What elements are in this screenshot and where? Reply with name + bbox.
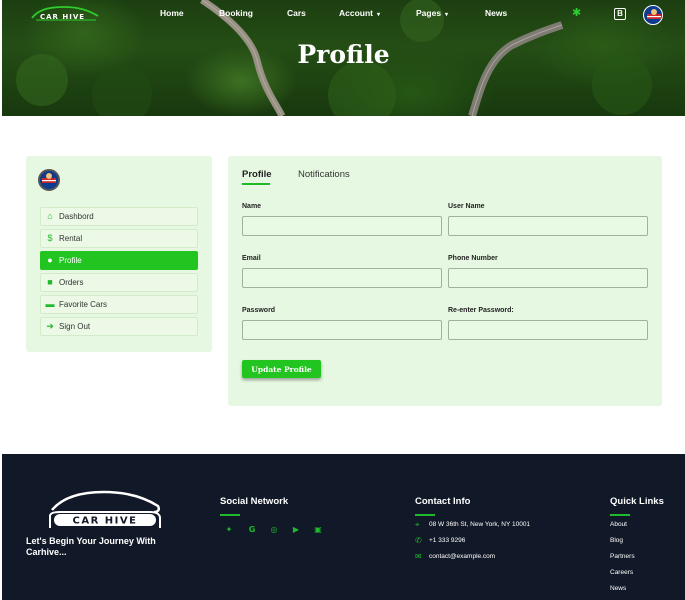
instagram-icon[interactable]: ◎ xyxy=(269,525,279,535)
top-navbar: CAR HIVE Home Booking Cars Account ▾ Page… xyxy=(2,0,685,30)
email-label: Email xyxy=(242,255,261,262)
nav-pages[interactable]: Pages ▾ xyxy=(416,8,448,18)
tab-notifications[interactable]: Notifications xyxy=(298,169,350,180)
sidebar-item-rental[interactable]: $ Rental xyxy=(40,229,198,248)
brand-name: CAR HIVE xyxy=(40,13,86,21)
sidebar-item-sign-out[interactable]: ➜ Sign Out xyxy=(40,317,198,336)
phone-label: Phone Number xyxy=(448,255,498,262)
contact-heading-underline xyxy=(415,514,435,516)
gift-icon: ■ xyxy=(47,277,53,287)
dollar-icon: $ xyxy=(47,233,53,243)
quick-link-careers[interactable]: Careers xyxy=(610,569,633,576)
nav-account[interactable]: Account ▾ xyxy=(339,8,380,18)
nav-account-label: Account xyxy=(339,8,373,18)
phone-field[interactable] xyxy=(448,268,648,288)
sidebar-avatar xyxy=(38,169,60,191)
nav-home-label: Home xyxy=(160,8,184,18)
theme-toggle-label: B xyxy=(617,9,623,18)
sidebar-item-orders[interactable]: ■ Orders xyxy=(40,273,198,292)
car-icon: ▬ xyxy=(45,299,55,309)
hero-banner: CAR HIVE Home Booking Cars Account ▾ Page… xyxy=(2,0,685,116)
footer-logo[interactable]: CAR HIVE xyxy=(46,488,164,530)
email-field[interactable] xyxy=(242,268,442,288)
sidebar-item-dashboard[interactable]: ⌂ Dashbord xyxy=(40,207,198,226)
quick-link-partners[interactable]: Partners xyxy=(610,553,635,560)
active-tab-indicator xyxy=(242,183,270,185)
car-logo-icon: CAR HIVE xyxy=(49,490,161,528)
brand-logo[interactable]: CAR HIVE xyxy=(28,4,102,26)
chevron-down-icon: ▾ xyxy=(377,12,381,18)
profile-form-panel: Profile Notifications Name User Name Ema… xyxy=(228,156,662,406)
nav-home[interactable]: Home xyxy=(160,8,184,18)
location-pin-icon: ⌖ xyxy=(415,520,420,529)
gear-icon[interactable]: ✱ xyxy=(572,7,584,19)
home-icon: ⌂ xyxy=(47,211,53,221)
theme-toggle-button[interactable]: B xyxy=(614,8,626,20)
password-field[interactable] xyxy=(242,320,442,340)
contact-heading: Contact Info xyxy=(415,496,471,507)
nav-booking-label: Booking xyxy=(219,8,253,18)
chevron-down-icon: ▾ xyxy=(445,12,449,18)
contact-email[interactable]: contact@example.com xyxy=(429,553,495,560)
linkedin-icon[interactable]: ▣ xyxy=(313,525,323,535)
sidebar-item-label: Rental xyxy=(59,234,83,243)
twitter-icon[interactable]: ✦ xyxy=(224,525,234,535)
tab-profile[interactable]: Profile xyxy=(242,169,272,180)
quick-links-heading: Quick Links xyxy=(610,496,664,507)
social-heading-underline xyxy=(220,514,240,516)
envelope-icon: ✉ xyxy=(415,552,422,561)
site-footer: CAR HIVE Let's Begin Your Journey With C… xyxy=(2,454,685,600)
avatar-image-icon xyxy=(42,173,56,183)
sidebar-item-label: Sign Out xyxy=(59,322,91,331)
password-label: Password xyxy=(242,307,276,314)
user-avatar[interactable] xyxy=(643,5,663,25)
quick-links-heading-underline xyxy=(610,514,630,516)
name-field[interactable] xyxy=(242,216,442,236)
footer-tagline: Let's Begin Your Journey With Carhive... xyxy=(26,536,156,557)
sidebar-item-favorite-cars[interactable]: ▬ Favorite Cars xyxy=(40,295,198,314)
contact-address: 08 W 36th St, New York, NY 10001 xyxy=(429,521,531,528)
page-title: Profile xyxy=(297,40,390,69)
contact-phone[interactable]: +1 333 9296 xyxy=(429,537,465,544)
nav-pages-label: Pages xyxy=(416,8,442,18)
google-icon[interactable]: G xyxy=(247,525,257,535)
sidebar-item-label: Dashbord xyxy=(59,212,94,221)
account-sidebar: ⌂ Dashbord $ Rental ● Profile ■ Orders ▬… xyxy=(26,156,212,352)
sign-out-icon: ➜ xyxy=(46,321,54,331)
youtube-icon[interactable]: ▶ xyxy=(291,525,301,535)
sidebar-item-label: Favorite Cars xyxy=(59,300,108,309)
footer-brand-name: CAR HIVE xyxy=(73,516,138,527)
social-heading: Social Network xyxy=(220,496,289,507)
username-label: User Name xyxy=(448,203,485,210)
avatar-image-icon xyxy=(647,9,661,19)
repassword-field[interactable] xyxy=(448,320,648,340)
nav-cars[interactable]: Cars xyxy=(287,8,306,18)
nav-news-label: News xyxy=(485,8,508,18)
nav-news[interactable]: News xyxy=(485,8,507,18)
repassword-label: Re-enter Password: xyxy=(448,307,514,314)
update-profile-button[interactable]: Update Profile xyxy=(242,360,321,378)
user-icon: ● xyxy=(47,255,53,265)
username-field[interactable] xyxy=(448,216,648,236)
sidebar-item-label: Profile xyxy=(59,256,82,265)
quick-link-blog[interactable]: Blog xyxy=(610,537,623,544)
sidebar-item-label: Orders xyxy=(59,278,84,287)
quick-link-news[interactable]: News xyxy=(610,585,626,592)
name-label: Name xyxy=(242,203,262,210)
sidebar-item-profile[interactable]: ● Profile xyxy=(40,251,198,270)
quick-link-about[interactable]: About xyxy=(610,521,627,528)
nav-cars-label: Cars xyxy=(287,8,306,18)
phone-icon: ✆ xyxy=(415,536,422,545)
nav-booking[interactable]: Booking xyxy=(219,8,253,18)
